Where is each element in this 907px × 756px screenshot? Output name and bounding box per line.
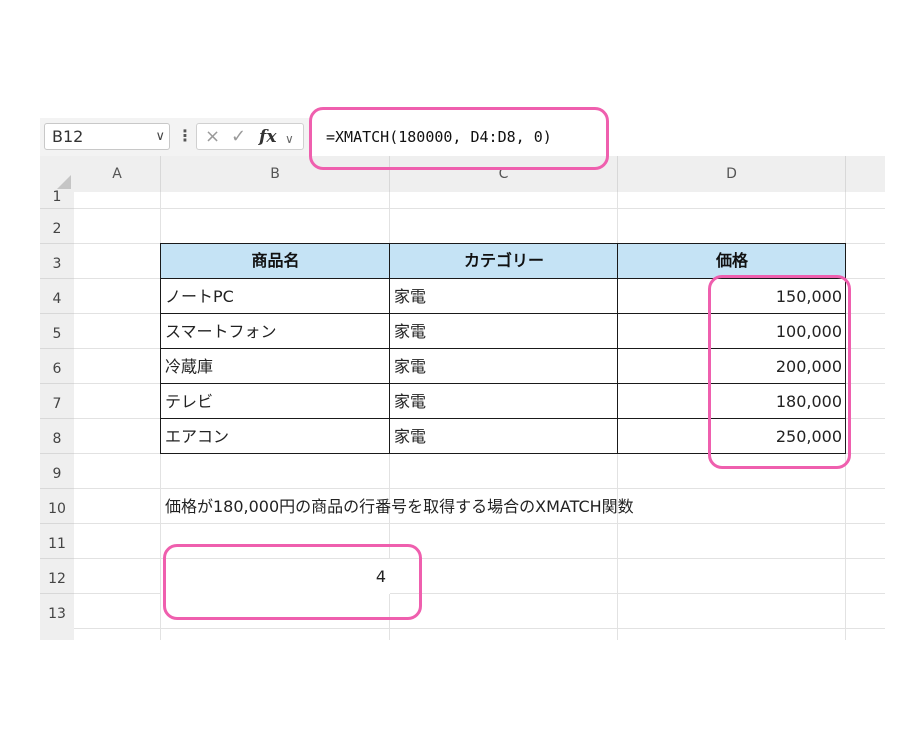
table-cell-price[interactable]: 200,000	[618, 349, 846, 384]
row-header-4[interactable]: 4	[40, 279, 74, 314]
row-header-2[interactable]: 2	[40, 209, 74, 244]
table-cell-product[interactable]: エアコン	[161, 419, 390, 454]
table-cell-category[interactable]: 家電	[390, 279, 618, 314]
row-header-1[interactable]: 1	[40, 190, 74, 209]
more-options-icon[interactable]: ⋮	[177, 127, 193, 145]
table-cell-price[interactable]: 150,000	[618, 279, 846, 314]
spreadsheet-grid: A B C D 1 2 3 4 5 6 7 8 9 10 11 12 13 商品…	[40, 156, 885, 640]
table-border	[160, 278, 846, 279]
table-border	[160, 383, 846, 384]
row-header-12[interactable]: 12	[40, 559, 74, 594]
table-cell-price[interactable]: 100,000	[618, 314, 846, 349]
row-header-5[interactable]: 5	[40, 314, 74, 349]
result-cell-b12[interactable]: 4	[161, 559, 390, 594]
formula-bar: B12 ∨ ⋮ × ✓ fx ∨ =XMATCH(180000, D4:D8, …	[40, 118, 885, 156]
name-box-chevron-down-icon[interactable]: ∨	[155, 124, 165, 149]
gridline	[74, 628, 885, 629]
row-header-13[interactable]: 13	[40, 594, 74, 640]
row-header-10[interactable]: 10	[40, 489, 74, 524]
formula-buttons: × ✓ fx ∨	[196, 123, 304, 150]
confirm-icon[interactable]: ✓	[231, 126, 246, 148]
table-border	[160, 243, 161, 454]
table-border	[160, 313, 846, 314]
table-border	[845, 243, 846, 454]
cancel-icon[interactable]: ×	[205, 126, 220, 148]
column-header-e[interactable]	[846, 156, 885, 192]
row-header-11[interactable]: 11	[40, 524, 74, 559]
table-cell-category[interactable]: 家電	[390, 349, 618, 384]
table-cell-product[interactable]: テレビ	[161, 384, 390, 419]
table-border	[160, 348, 846, 349]
gridline	[74, 208, 885, 209]
name-box[interactable]: B12 ∨	[44, 123, 170, 150]
formula-input[interactable]: =XMATCH(180000, D4:D8, 0)	[310, 118, 885, 156]
note-text[interactable]: 価格が180,000円の商品の行番号を取得する場合のXMATCH関数	[161, 489, 761, 524]
select-all-corner[interactable]	[40, 156, 74, 192]
name-box-value: B12	[52, 127, 84, 146]
function-chevron-down-icon[interactable]: ∨	[285, 128, 294, 150]
table-cell-category[interactable]: 家電	[390, 419, 618, 454]
table-cell-price[interactable]: 180,000	[618, 384, 846, 419]
row-header-3[interactable]: 3	[40, 244, 74, 279]
table-cell-product[interactable]: 冷蔵庫	[161, 349, 390, 384]
table-cell-category[interactable]: 家電	[390, 384, 618, 419]
column-header-d[interactable]: D	[618, 156, 846, 192]
table-header-price[interactable]: 価格	[618, 244, 846, 279]
table-border	[160, 243, 846, 244]
table-border	[160, 418, 846, 419]
column-header-c[interactable]: C	[390, 156, 618, 192]
column-header-b[interactable]: B	[161, 156, 390, 192]
row-header-6[interactable]: 6	[40, 349, 74, 384]
table-cell-product[interactable]: スマートフォン	[161, 314, 390, 349]
row-header-9[interactable]: 9	[40, 454, 74, 489]
table-header-category[interactable]: カテゴリー	[390, 244, 618, 279]
table-cell-category[interactable]: 家電	[390, 314, 618, 349]
row-header-8[interactable]: 8	[40, 419, 74, 454]
table-header-product-name[interactable]: 商品名	[161, 244, 390, 279]
table-border	[617, 243, 618, 454]
table-border	[389, 243, 390, 454]
insert-function-icon[interactable]: fx	[259, 126, 276, 148]
table-cell-price[interactable]: 250,000	[618, 419, 846, 454]
table-cell-product[interactable]: ノートPC	[161, 279, 390, 314]
column-header-a[interactable]: A	[74, 156, 161, 192]
table-border	[160, 453, 846, 454]
row-header-7[interactable]: 7	[40, 384, 74, 419]
